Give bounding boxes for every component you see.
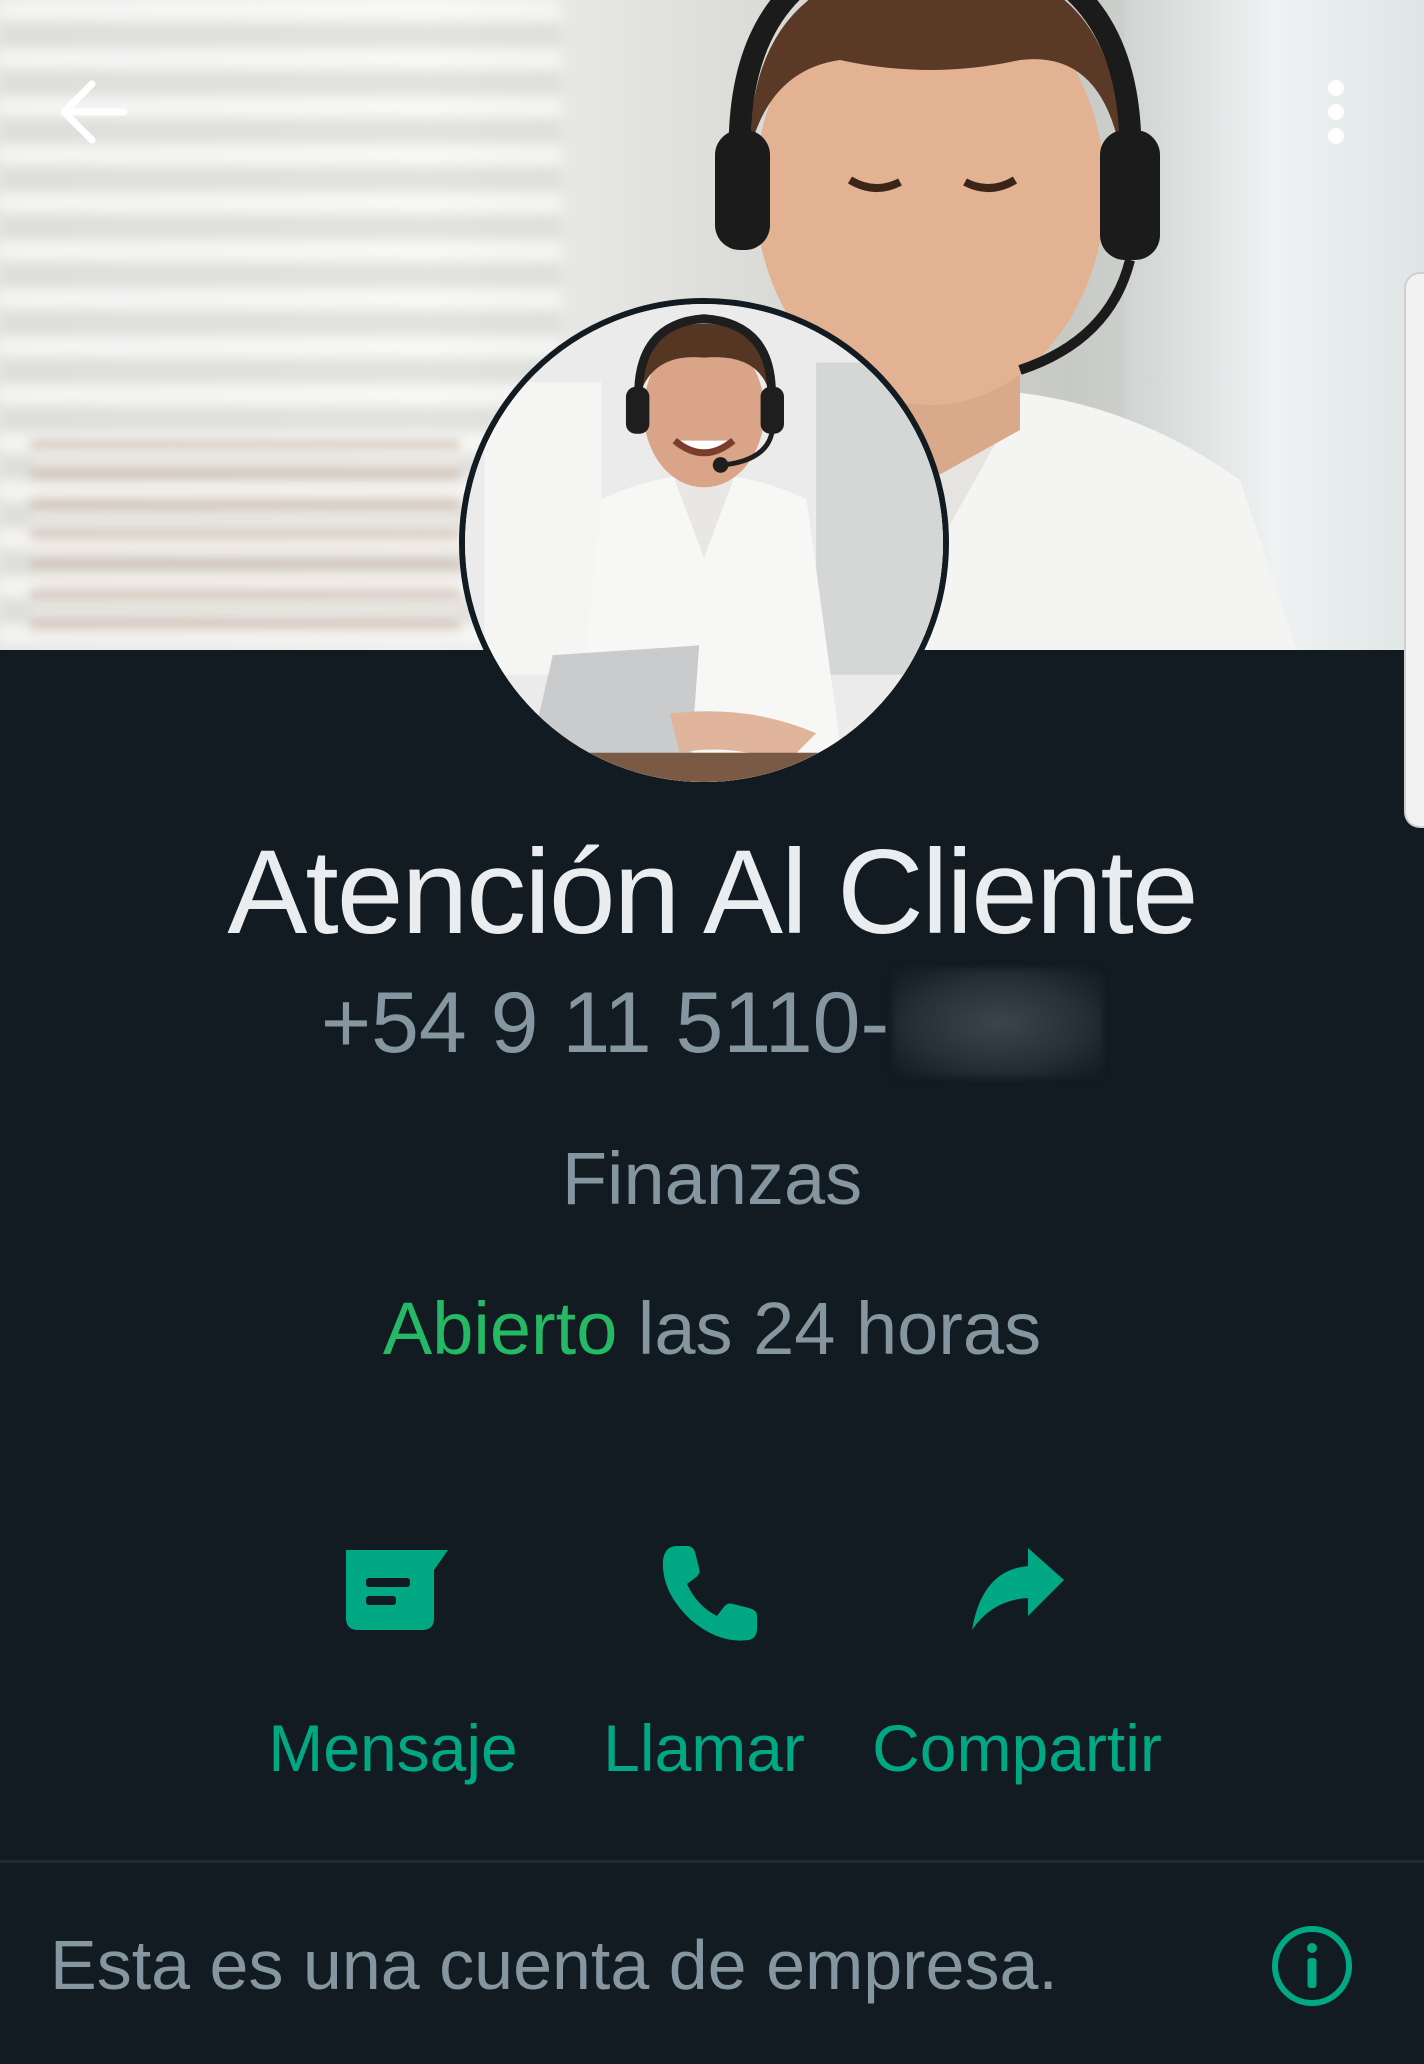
message-button[interactable]: Mensaje (228, 1540, 558, 1788)
info-icon[interactable] (1270, 1924, 1354, 2008)
share-icon (972, 1548, 1064, 1630)
hours-text: las 24 horas (617, 1287, 1042, 1370)
call-button[interactable]: Llamar (539, 1540, 869, 1788)
scroll-handle[interactable] (1404, 272, 1424, 828)
phone-icon (662, 1546, 757, 1641)
business-category: Finanzas (561, 1137, 863, 1220)
share-label: Compartir (872, 1711, 1162, 1785)
call-label: Llamar (603, 1711, 805, 1785)
contact-phone[interactable]: +54 9 11 5110- (0, 968, 1424, 1078)
action-buttons: Mensaje Llamar Compartir (0, 1540, 1424, 1820)
phone-number-visible: +54 9 11 5110- (320, 975, 890, 1071)
business-account-notice[interactable]: Esta es una cuenta de empresa. (50, 1920, 1058, 2010)
back-arrow-icon[interactable] (54, 72, 134, 152)
share-button[interactable]: Compartir (852, 1540, 1182, 1788)
contact-name: Atención Al Cliente (227, 825, 1198, 959)
hours-status: Abierto (382, 1287, 618, 1370)
window-blinds-lower (30, 440, 460, 640)
phone-number-redacted (893, 968, 1104, 1078)
profile-avatar[interactable] (459, 298, 949, 788)
message-icon (346, 1550, 448, 1630)
more-options-icon[interactable] (1310, 72, 1362, 152)
section-divider (0, 1860, 1424, 1863)
business-hours[interactable]: Abierto las 24 horas (0, 1284, 1424, 1374)
avatar-person-image (465, 304, 943, 782)
message-label: Mensaje (268, 1711, 518, 1785)
